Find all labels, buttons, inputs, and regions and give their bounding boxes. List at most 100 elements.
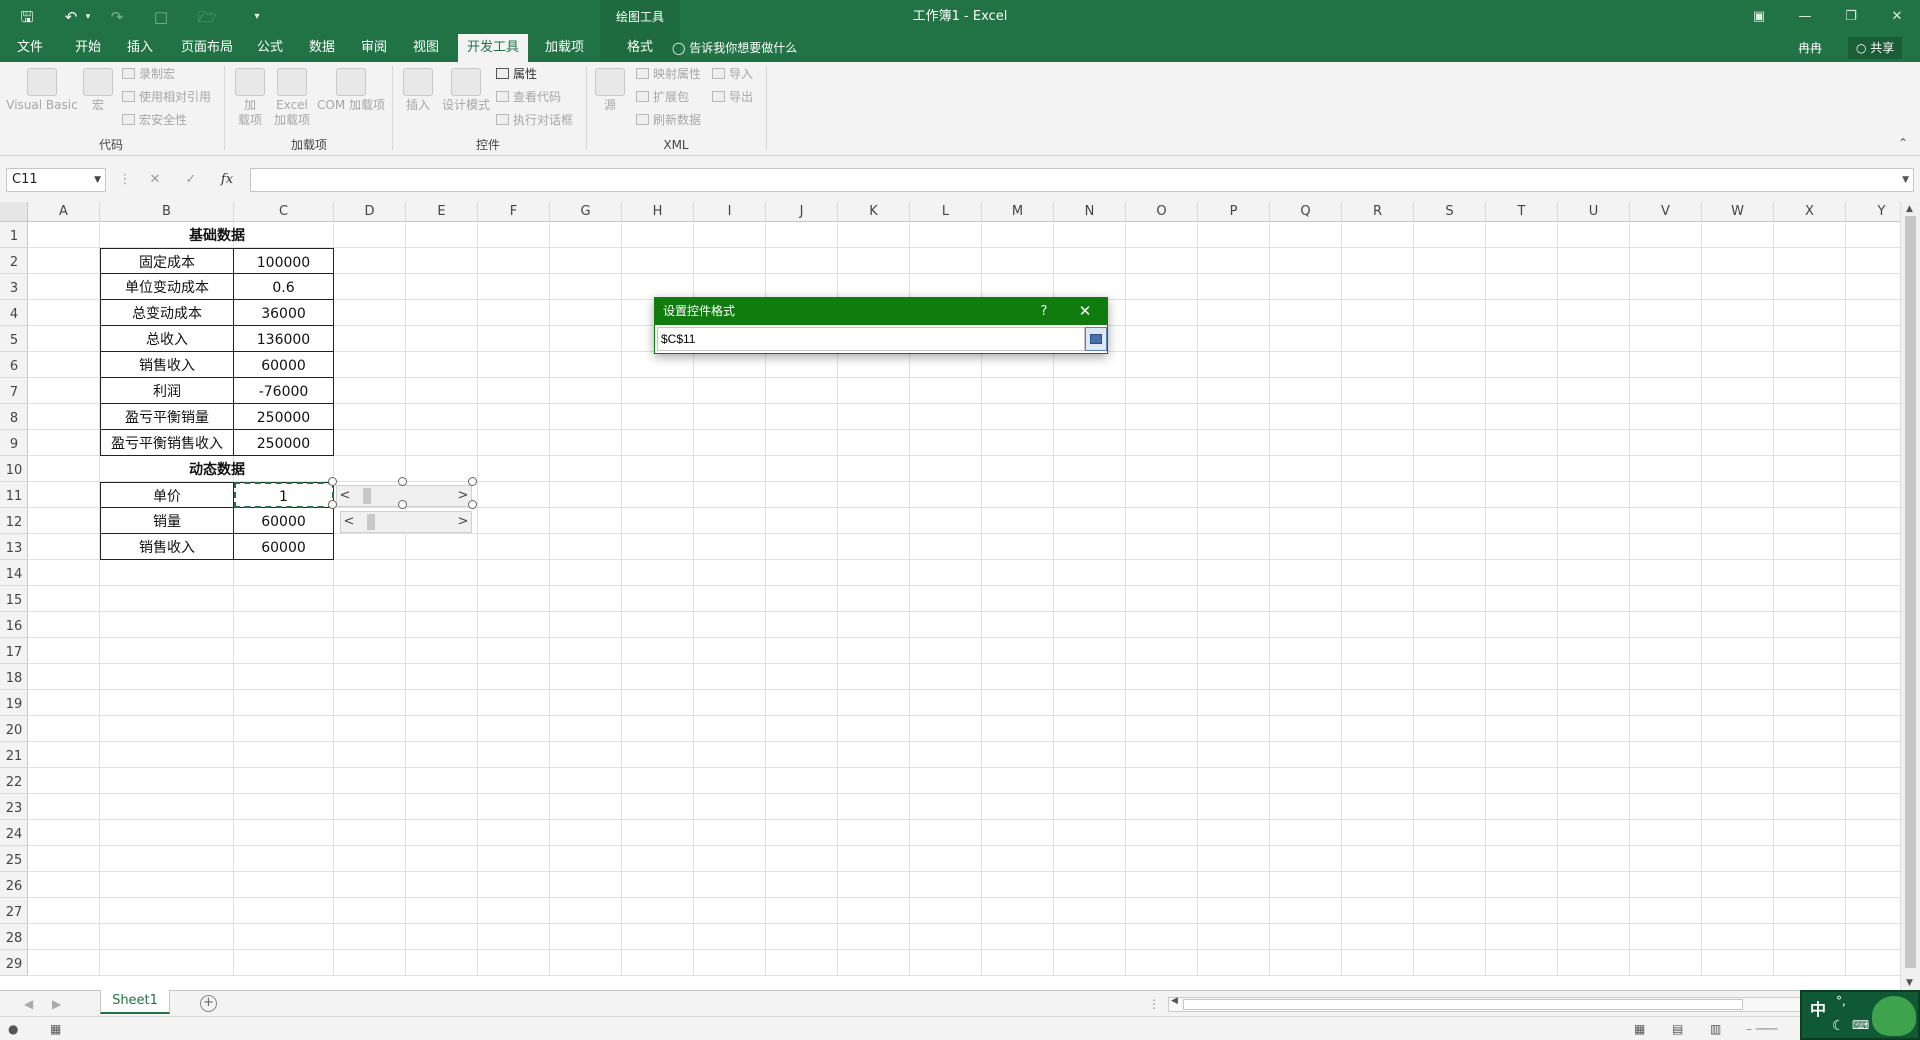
view-code-button[interactable]: 查看代码 [496,87,561,107]
zoom-slider[interactable]: – ─── [1746,1017,1778,1040]
column-header-n[interactable]: N [1054,202,1126,222]
column-header-k[interactable]: K [838,202,910,222]
ime-language[interactable]: 中 [1810,996,1826,1020]
column-header-t[interactable]: T [1486,202,1558,222]
customize-qat-icon[interactable]: ▾ [244,6,270,28]
select-all-corner[interactable] [0,202,28,222]
cell-label[interactable]: 固定成本 [100,248,234,274]
cell-basic-data-header[interactable]: 基础数据 [100,222,334,248]
prev-sheet-icon[interactable]: ◀ [24,991,33,1017]
column-header-x[interactable]: X [1774,202,1846,222]
cell-reference-input[interactable]: $C$11 [657,327,1085,351]
page-break-view-icon[interactable]: ▥ [1710,1017,1721,1040]
page-layout-view-icon[interactable]: ▤ [1672,1017,1683,1040]
vertical-scroll-thumb[interactable] [1905,216,1916,968]
name-box[interactable]: C11 ▼ [6,168,106,192]
column-header-f[interactable]: F [478,202,550,222]
vertical-scrollbar[interactable]: ▲ ▼ [1900,202,1920,990]
column-header-w[interactable]: W [1702,202,1774,222]
cell-value[interactable]: 60000 [234,534,334,560]
close-icon[interactable]: ✕ [1071,298,1099,325]
scroll-left-icon[interactable]: < [337,486,353,506]
cell-label[interactable]: 盈亏平衡销量 [100,404,234,430]
row-header-22[interactable]: 22 [0,768,28,794]
column-header-s[interactable]: S [1414,202,1486,222]
cell-label[interactable]: 销售收入 [100,352,234,378]
row-header-3[interactable]: 3 [0,274,28,300]
open-folder-icon[interactable]: 🗁 [194,6,220,28]
tab-split-handle-icon[interactable]: ⋮ [1148,991,1160,1017]
macro-record-icon[interactable]: ▦ [50,1017,61,1040]
horizontal-scrollbar[interactable]: ◀ [1168,996,1868,1012]
collapse-ribbon-icon[interactable]: ⌃ [1898,136,1908,150]
cell-label[interactable]: 单位变动成本 [100,274,234,300]
cell-value[interactable]: 60000 [234,352,334,378]
cell-value[interactable]: 0.6 [234,274,334,300]
cell-label[interactable]: 总变动成本 [100,300,234,326]
row-header-14[interactable]: 14 [0,560,28,586]
xml-export-button[interactable]: 导出 [712,87,753,107]
user-name[interactable]: 冉冉 [1798,34,1822,62]
row-header-7[interactable]: 7 [0,378,28,404]
add-sheet-icon[interactable]: + [200,995,217,1012]
row-header-12[interactable]: 12 [0,508,28,534]
resize-handle[interactable] [468,477,477,486]
scroll-down-icon[interactable]: ▼ [1906,978,1913,988]
expansion-packs-button[interactable]: 扩展包 [636,87,689,107]
sheet-tab-sheet1[interactable]: Sheet1 [100,990,170,1014]
run-dialog-button[interactable]: 执行对话框 [496,110,573,130]
row-header-1[interactable]: 1 [0,222,28,248]
moon-icon[interactable]: ☾ [1832,1018,1845,1034]
cell-label[interactable]: 盈亏平衡销售收入 [100,430,234,456]
column-header-j[interactable]: J [766,202,838,222]
next-sheet-icon[interactable]: ▶ [52,991,61,1017]
relative-ref-button[interactable]: 使用相对引用 [122,87,211,107]
excel-addins-button[interactable]: Excel 加载项 [272,68,312,128]
scroll-thumb[interactable] [363,488,371,504]
resize-handle[interactable] [328,477,337,486]
row-header-17[interactable]: 17 [0,638,28,664]
row-header-27[interactable]: 27 [0,898,28,924]
scroll-right-icon[interactable]: > [455,512,471,532]
cell-value[interactable]: 250000 [234,430,334,456]
tab-page-layout[interactable]: 页面布局 [172,34,242,62]
xml-import-button[interactable]: 导入 [712,64,753,84]
column-header-q[interactable]: Q [1270,202,1342,222]
row-header-13[interactable]: 13 [0,534,28,560]
column-header-h[interactable]: H [622,202,694,222]
column-header-v[interactable]: V [1630,202,1702,222]
resize-handle[interactable] [468,500,477,509]
scroll-up-icon[interactable]: ▲ [1906,204,1913,214]
row-header-21[interactable]: 21 [0,742,28,768]
cell-label[interactable]: 销量 [100,508,234,534]
restore-icon[interactable]: ❐ [1828,0,1874,34]
column-header-d[interactable]: D [334,202,406,222]
cell-label[interactable]: 利润 [100,378,234,404]
macros-button[interactable]: 宏 [80,68,116,113]
column-header-c[interactable]: C [234,202,334,222]
minimize-icon[interactable]: — [1782,0,1828,34]
row-header-28[interactable]: 28 [0,924,28,950]
horizontal-scroll-thumb[interactable] [1183,999,1743,1010]
column-header-u[interactable]: U [1558,202,1630,222]
cell-value[interactable]: 36000 [234,300,334,326]
resize-handle[interactable] [398,477,407,486]
column-header-p[interactable]: P [1198,202,1270,222]
keyboard-icon[interactable]: ⌨ [1852,1018,1869,1032]
column-header-a[interactable]: A [28,202,100,222]
row-header-2[interactable]: 2 [0,248,28,274]
expand-formula-icon[interactable]: ▼ [1902,169,1909,191]
tab-insert[interactable]: 插入 [118,34,162,62]
scroll-left-icon[interactable]: ◀ [1171,996,1178,1006]
tab-file[interactable]: 文件 [8,34,52,62]
scroll-thumb[interactable] [367,514,375,530]
map-properties-button[interactable]: 映射属性 [636,64,701,84]
visual-basic-button[interactable]: Visual Basic [6,68,78,113]
column-header-m[interactable]: M [982,202,1054,222]
column-header-e[interactable]: E [406,202,478,222]
row-header-19[interactable]: 19 [0,690,28,716]
record-macro-button[interactable]: 录制宏 [122,64,175,84]
column-header-l[interactable]: L [910,202,982,222]
com-addins-button[interactable]: COM 加载项 [314,68,388,113]
row-header-24[interactable]: 24 [0,820,28,846]
